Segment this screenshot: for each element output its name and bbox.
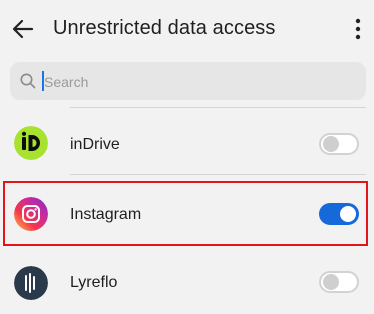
more-vertical-icon[interactable] <box>350 14 366 44</box>
app-name: inDrive <box>70 136 120 153</box>
app-row-indrive[interactable]: inDrive <box>0 114 374 174</box>
search-icon <box>20 73 36 89</box>
page-title: Unrestricted data access <box>53 17 276 39</box>
divider <box>70 174 366 175</box>
divider <box>70 107 366 108</box>
text-cursor <box>42 71 44 91</box>
app-bar: Unrestricted data access <box>0 0 374 58</box>
app-row-lyreflo[interactable]: Lyreflo <box>0 254 374 314</box>
search-input[interactable] <box>42 68 346 96</box>
back-arrow-icon[interactable] <box>8 14 38 44</box>
lyreflo-icon <box>14 266 48 300</box>
toggle-knob <box>323 274 339 290</box>
data-access-toggle[interactable] <box>319 133 359 155</box>
data-access-toggle[interactable] <box>319 271 359 293</box>
highlight-box <box>3 181 368 246</box>
search-bar[interactable] <box>10 62 366 100</box>
app-name: Lyreflo <box>70 274 118 291</box>
indrive-icon <box>14 126 48 160</box>
toggle-knob <box>323 136 339 152</box>
